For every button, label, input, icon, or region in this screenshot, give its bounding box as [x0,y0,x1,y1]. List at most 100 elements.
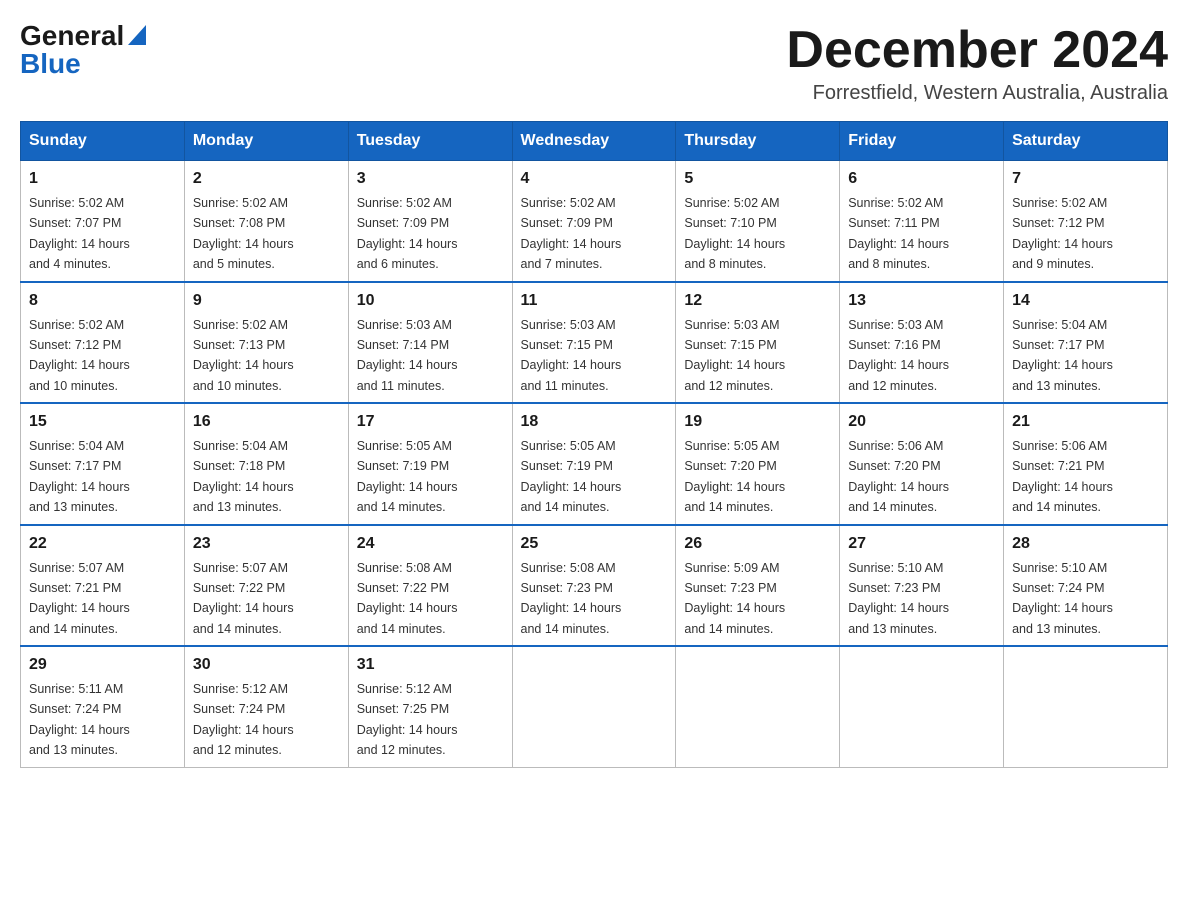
day-info: Sunrise: 5:02 AMSunset: 7:11 PMDaylight:… [848,196,949,271]
calendar-header-row: Sunday Monday Tuesday Wednesday Thursday… [21,122,1168,161]
day-info: Sunrise: 5:02 AMSunset: 7:08 PMDaylight:… [193,196,294,271]
day-number: 14 [1012,289,1159,313]
day-number: 20 [848,410,995,434]
col-sunday: Sunday [21,122,185,161]
table-row: 7 Sunrise: 5:02 AMSunset: 7:12 PMDayligh… [1004,161,1168,282]
col-saturday: Saturday [1004,122,1168,161]
table-row: 2 Sunrise: 5:02 AMSunset: 7:08 PMDayligh… [184,161,348,282]
title-area: December 2024 Forrestfield, Western Aust… [786,20,1168,105]
day-number: 13 [848,289,995,313]
day-number: 6 [848,167,995,191]
col-thursday: Thursday [676,122,840,161]
day-info: Sunrise: 5:02 AMSunset: 7:09 PMDaylight:… [521,196,622,271]
day-number: 2 [193,167,340,191]
table-row: 5 Sunrise: 5:02 AMSunset: 7:10 PMDayligh… [676,161,840,282]
day-info: Sunrise: 5:02 AMSunset: 7:12 PMDaylight:… [1012,196,1113,271]
day-info: Sunrise: 5:06 AMSunset: 7:21 PMDaylight:… [1012,439,1113,514]
table-row: 24 Sunrise: 5:08 AMSunset: 7:22 PMDaylig… [348,525,512,647]
day-number: 11 [521,289,668,313]
calendar-week-row: 29 Sunrise: 5:11 AMSunset: 7:24 PMDaylig… [21,646,1168,767]
day-number: 16 [193,410,340,434]
day-info: Sunrise: 5:04 AMSunset: 7:18 PMDaylight:… [193,439,294,514]
table-row: 30 Sunrise: 5:12 AMSunset: 7:24 PMDaylig… [184,646,348,767]
day-number: 26 [684,532,831,556]
day-number: 24 [357,532,504,556]
table-row: 18 Sunrise: 5:05 AMSunset: 7:19 PMDaylig… [512,403,676,525]
day-number: 27 [848,532,995,556]
table-row: 13 Sunrise: 5:03 AMSunset: 7:16 PMDaylig… [840,282,1004,404]
day-info: Sunrise: 5:02 AMSunset: 7:12 PMDaylight:… [29,318,130,393]
table-row: 4 Sunrise: 5:02 AMSunset: 7:09 PMDayligh… [512,161,676,282]
col-friday: Friday [840,122,1004,161]
day-info: Sunrise: 5:04 AMSunset: 7:17 PMDaylight:… [1012,318,1113,393]
table-row [840,646,1004,767]
day-info: Sunrise: 5:03 AMSunset: 7:14 PMDaylight:… [357,318,458,393]
day-number: 8 [29,289,176,313]
logo: General Blue [20,20,146,80]
day-number: 19 [684,410,831,434]
table-row: 22 Sunrise: 5:07 AMSunset: 7:21 PMDaylig… [21,525,185,647]
day-number: 10 [357,289,504,313]
table-row: 9 Sunrise: 5:02 AMSunset: 7:13 PMDayligh… [184,282,348,404]
day-info: Sunrise: 5:03 AMSunset: 7:16 PMDaylight:… [848,318,949,393]
table-row: 23 Sunrise: 5:07 AMSunset: 7:22 PMDaylig… [184,525,348,647]
table-row: 29 Sunrise: 5:11 AMSunset: 7:24 PMDaylig… [21,646,185,767]
day-info: Sunrise: 5:11 AMSunset: 7:24 PMDaylight:… [29,682,130,757]
day-info: Sunrise: 5:09 AMSunset: 7:23 PMDaylight:… [684,561,785,636]
day-number: 5 [684,167,831,191]
day-number: 21 [1012,410,1159,434]
day-number: 28 [1012,532,1159,556]
col-monday: Monday [184,122,348,161]
table-row: 8 Sunrise: 5:02 AMSunset: 7:12 PMDayligh… [21,282,185,404]
table-row: 20 Sunrise: 5:06 AMSunset: 7:20 PMDaylig… [840,403,1004,525]
day-info: Sunrise: 5:04 AMSunset: 7:17 PMDaylight:… [29,439,130,514]
table-row: 10 Sunrise: 5:03 AMSunset: 7:14 PMDaylig… [348,282,512,404]
col-tuesday: Tuesday [348,122,512,161]
logo-blue-text: Blue [20,48,81,80]
col-wednesday: Wednesday [512,122,676,161]
table-row: 16 Sunrise: 5:04 AMSunset: 7:18 PMDaylig… [184,403,348,525]
day-info: Sunrise: 5:10 AMSunset: 7:23 PMDaylight:… [848,561,949,636]
calendar-table: Sunday Monday Tuesday Wednesday Thursday… [20,121,1168,768]
table-row: 12 Sunrise: 5:03 AMSunset: 7:15 PMDaylig… [676,282,840,404]
table-row: 21 Sunrise: 5:06 AMSunset: 7:21 PMDaylig… [1004,403,1168,525]
day-number: 23 [193,532,340,556]
day-info: Sunrise: 5:08 AMSunset: 7:22 PMDaylight:… [357,561,458,636]
day-number: 9 [193,289,340,313]
table-row: 28 Sunrise: 5:10 AMSunset: 7:24 PMDaylig… [1004,525,1168,647]
month-title: December 2024 [786,20,1168,80]
day-info: Sunrise: 5:03 AMSunset: 7:15 PMDaylight:… [521,318,622,393]
day-number: 4 [521,167,668,191]
day-info: Sunrise: 5:02 AMSunset: 7:13 PMDaylight:… [193,318,294,393]
day-info: Sunrise: 5:02 AMSunset: 7:10 PMDaylight:… [684,196,785,271]
day-number: 15 [29,410,176,434]
table-row: 25 Sunrise: 5:08 AMSunset: 7:23 PMDaylig… [512,525,676,647]
day-number: 31 [357,653,504,677]
calendar-week-row: 8 Sunrise: 5:02 AMSunset: 7:12 PMDayligh… [21,282,1168,404]
day-number: 29 [29,653,176,677]
day-info: Sunrise: 5:05 AMSunset: 7:19 PMDaylight:… [357,439,458,514]
day-number: 22 [29,532,176,556]
calendar-week-row: 22 Sunrise: 5:07 AMSunset: 7:21 PMDaylig… [21,525,1168,647]
table-row: 6 Sunrise: 5:02 AMSunset: 7:11 PMDayligh… [840,161,1004,282]
day-info: Sunrise: 5:02 AMSunset: 7:07 PMDaylight:… [29,196,130,271]
location-subtitle: Forrestfield, Western Australia, Austral… [786,82,1168,105]
table-row [1004,646,1168,767]
table-row: 31 Sunrise: 5:12 AMSunset: 7:25 PMDaylig… [348,646,512,767]
day-number: 25 [521,532,668,556]
day-info: Sunrise: 5:03 AMSunset: 7:15 PMDaylight:… [684,318,785,393]
table-row: 26 Sunrise: 5:09 AMSunset: 7:23 PMDaylig… [676,525,840,647]
day-number: 17 [357,410,504,434]
day-info: Sunrise: 5:05 AMSunset: 7:20 PMDaylight:… [684,439,785,514]
calendar-week-row: 1 Sunrise: 5:02 AMSunset: 7:07 PMDayligh… [21,161,1168,282]
table-row: 15 Sunrise: 5:04 AMSunset: 7:17 PMDaylig… [21,403,185,525]
day-number: 3 [357,167,504,191]
table-row: 14 Sunrise: 5:04 AMSunset: 7:17 PMDaylig… [1004,282,1168,404]
page-header: General Blue December 2024 Forrestfield,… [20,20,1168,105]
table-row: 11 Sunrise: 5:03 AMSunset: 7:15 PMDaylig… [512,282,676,404]
day-info: Sunrise: 5:06 AMSunset: 7:20 PMDaylight:… [848,439,949,514]
day-info: Sunrise: 5:10 AMSunset: 7:24 PMDaylight:… [1012,561,1113,636]
day-info: Sunrise: 5:05 AMSunset: 7:19 PMDaylight:… [521,439,622,514]
day-number: 12 [684,289,831,313]
table-row: 27 Sunrise: 5:10 AMSunset: 7:23 PMDaylig… [840,525,1004,647]
